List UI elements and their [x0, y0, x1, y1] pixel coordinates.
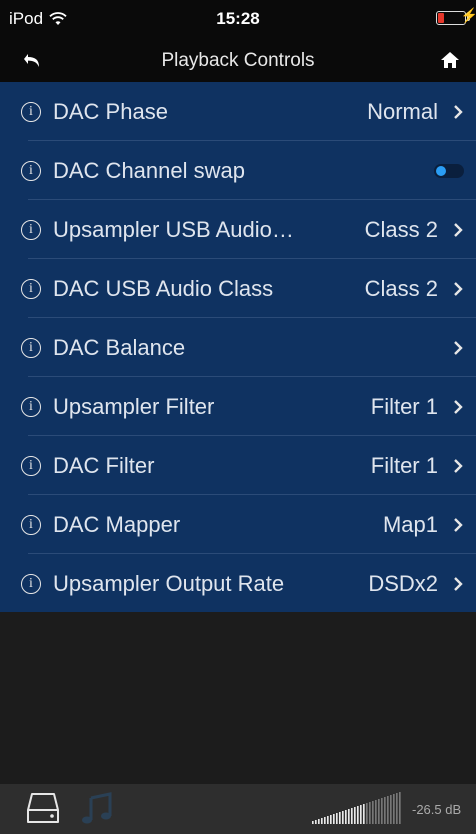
charging-icon: ⚡	[460, 7, 476, 23]
chevron-right-icon	[454, 340, 463, 355]
home-icon[interactable]	[440, 50, 460, 70]
volume-bar	[378, 799, 380, 824]
volume-bar	[363, 804, 365, 824]
info-icon[interactable]: i	[21, 573, 41, 594]
battery-level	[438, 13, 444, 23]
setting-value: Filter 1	[370, 452, 438, 478]
volume-bar	[327, 816, 329, 824]
setting-label: Upsampler USB Audio…	[53, 216, 294, 242]
channel-swap-toggle[interactable]	[434, 163, 464, 178]
chevron-right-icon	[454, 458, 463, 473]
info-icon[interactable]: i	[21, 160, 41, 181]
volume-bar	[396, 793, 398, 824]
volume-bar	[357, 806, 359, 824]
volume-bar	[360, 805, 362, 824]
volume-bar	[366, 803, 368, 824]
status-bar: iPod 15:28 ⚡	[0, 0, 476, 38]
volume-bar	[384, 797, 386, 824]
volume-bar	[381, 798, 383, 824]
settings-list: i DAC Phase Normal i DAC Channel swap i Upsamp…	[0, 82, 476, 612]
volume-bar	[345, 810, 347, 824]
setting-value: Filter 1	[370, 393, 438, 419]
empty-area	[0, 612, 476, 784]
chevron-right-icon	[454, 281, 463, 296]
bottom-bar: -26.5 dB	[0, 784, 476, 834]
volume-bar	[393, 794, 395, 824]
settings-row[interactable]: i Upsampler USB Audio… Class 2	[0, 200, 476, 259]
chevron-right-icon	[454, 399, 463, 414]
volume-bar	[333, 814, 335, 824]
settings-row[interactable]: i DAC Filter Filter 1	[0, 436, 476, 495]
settings-row[interactable]: i DAC Balance	[0, 318, 476, 377]
volume-bar	[387, 796, 389, 824]
info-icon[interactable]: i	[21, 101, 41, 122]
volume-bar	[354, 807, 356, 824]
volume-bar	[315, 820, 317, 824]
volume-bar	[318, 819, 320, 824]
info-icon[interactable]: i	[21, 396, 41, 417]
settings-row[interactable]: i Upsampler Output Rate DSDx2	[0, 554, 476, 613]
toggle-knob	[436, 165, 446, 176]
volume-db-label: -26.5 dB	[412, 802, 462, 817]
setting-value: Class 2	[364, 216, 438, 242]
settings-row[interactable]: i DAC Mapper Map1	[0, 495, 476, 554]
nav-bar: Playback Controls	[0, 38, 476, 82]
volume-slider[interactable]	[312, 792, 402, 824]
volume-bar	[324, 817, 326, 824]
info-icon[interactable]: i	[21, 455, 41, 476]
volume-bar	[312, 821, 314, 824]
volume-bar	[339, 812, 341, 824]
settings-row[interactable]: i DAC Phase Normal	[0, 82, 476, 141]
volume-bar	[321, 818, 323, 824]
setting-value: Map1	[382, 511, 438, 537]
setting-label: DAC Balance	[53, 334, 186, 360]
volume-bar	[336, 813, 338, 824]
setting-value: DSDx2	[368, 570, 438, 596]
setting-label: Upsampler Output Rate	[53, 570, 285, 596]
settings-row[interactable]: i Upsampler Filter Filter 1	[0, 377, 476, 436]
volume-bar	[351, 808, 353, 824]
setting-value: Class 2	[364, 275, 438, 301]
setting-label: DAC USB Audio Class	[53, 275, 274, 301]
page-title: Playback Controls	[161, 50, 315, 71]
setting-label: DAC Phase	[53, 98, 168, 124]
info-icon[interactable]: i	[21, 278, 41, 299]
setting-label: Upsampler Filter	[53, 393, 215, 419]
chevron-right-icon	[454, 222, 463, 237]
chevron-right-icon	[454, 517, 463, 532]
volume-bar	[342, 811, 344, 824]
setting-value: Normal	[367, 98, 438, 124]
info-icon[interactable]: i	[21, 337, 41, 358]
info-icon[interactable]: i	[21, 514, 41, 535]
volume-bar	[372, 801, 374, 824]
chevron-right-icon	[454, 104, 463, 119]
settings-row[interactable]: i DAC USB Audio Class Class 2	[0, 259, 476, 318]
music-note-icon	[82, 792, 112, 824]
volume-bar	[375, 800, 377, 824]
volume-bar	[390, 795, 392, 824]
status-time: 15:28	[216, 9, 260, 28]
setting-label: DAC Mapper	[53, 511, 181, 537]
settings-row[interactable]: i DAC Channel swap	[0, 141, 476, 200]
chevron-right-icon	[454, 576, 463, 591]
setting-label: DAC Filter	[53, 452, 155, 478]
hard-drive-icon[interactable]	[26, 790, 60, 826]
volume-bar	[399, 792, 401, 824]
setting-label: DAC Channel swap	[53, 157, 245, 183]
info-icon[interactable]: i	[21, 219, 41, 240]
volume-bar	[369, 802, 371, 824]
volume-bar	[330, 815, 332, 824]
volume-bar	[348, 809, 350, 824]
